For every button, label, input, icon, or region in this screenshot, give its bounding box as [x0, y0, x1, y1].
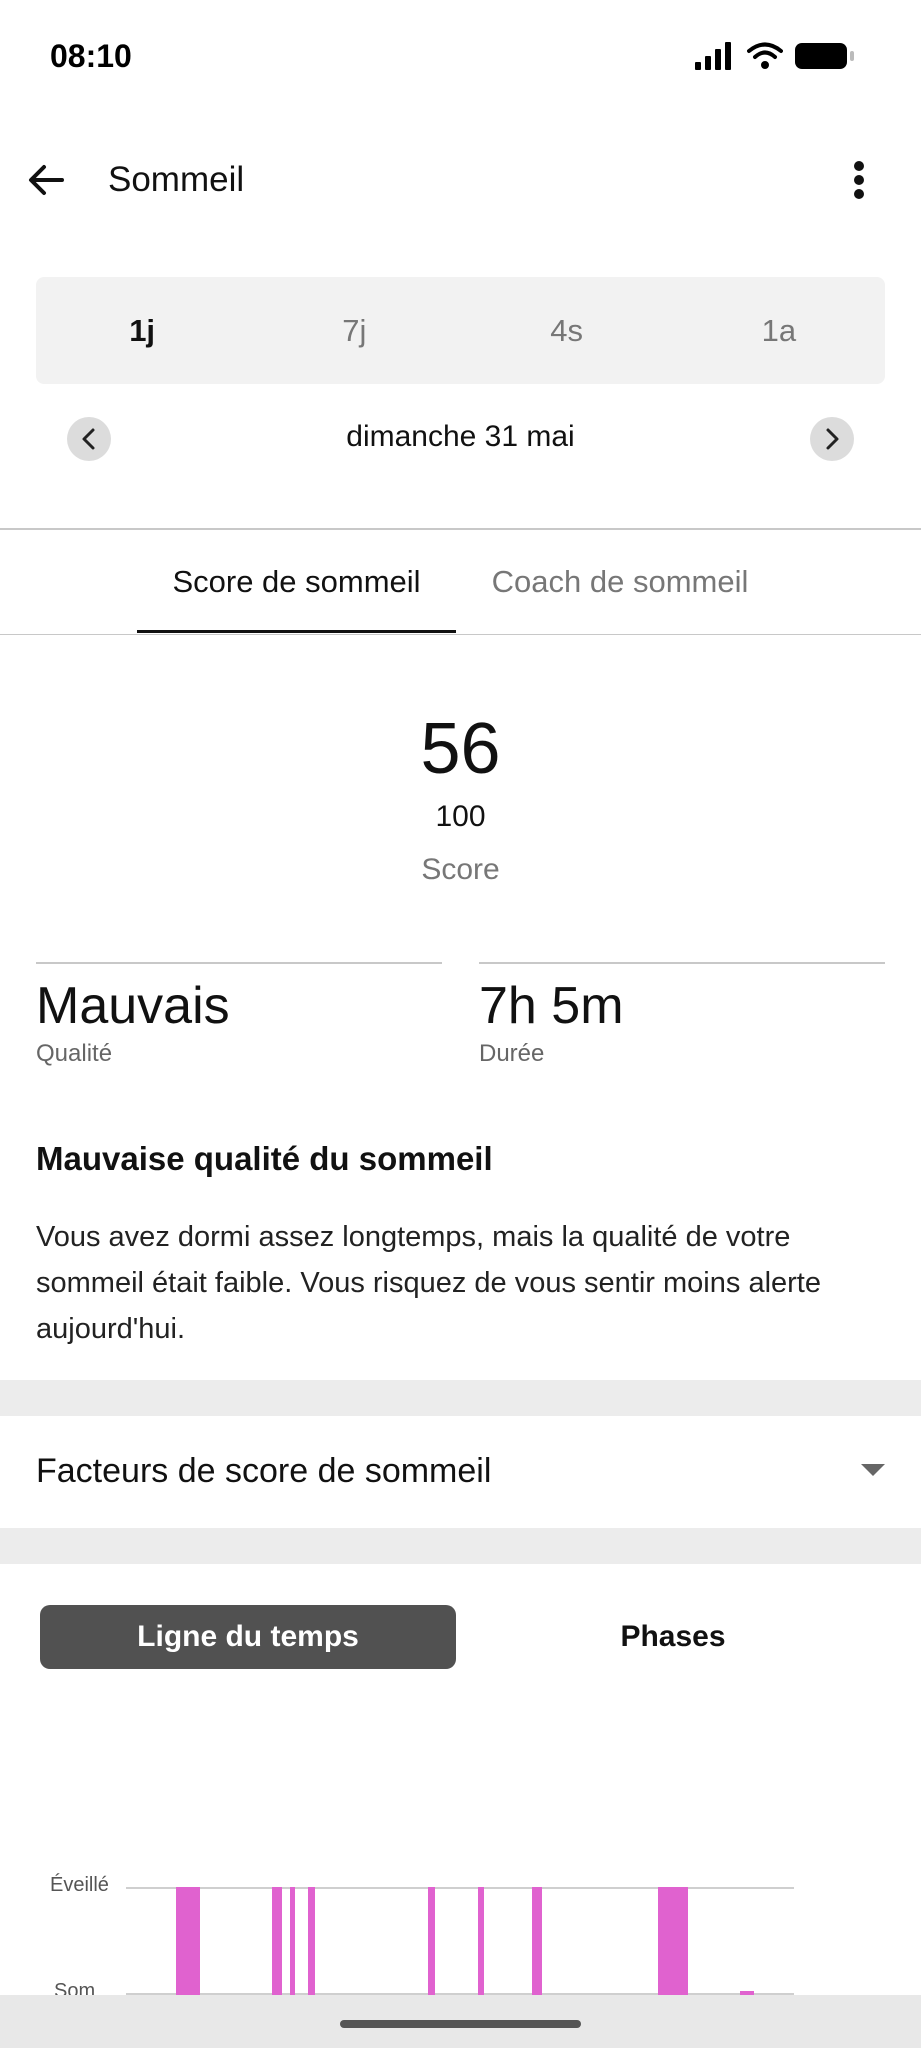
sleep-score-value: 56 [420, 709, 501, 789]
insight-body: Vous avez dormi assez longtemps, mais la… [36, 1221, 821, 1345]
back-button[interactable] [18, 152, 74, 208]
chevron-right-icon [826, 428, 839, 450]
more-vertical-icon [854, 161, 864, 199]
status-bar: 08:10 [0, 0, 921, 110]
sleep-score-max: 100 [435, 800, 486, 833]
timeline-view-button[interactable]: Ligne du temps [40, 1605, 456, 1669]
tab-score-de-sommeil[interactable]: Score de sommeil [137, 530, 456, 634]
active-tab-indicator [137, 630, 456, 633]
range-option-1a[interactable]: 1a [673, 277, 885, 384]
status-icons [695, 42, 857, 75]
sleep-timeline-chart: Éveillé Som [0, 1860, 921, 2010]
more-options-button[interactable] [831, 152, 887, 208]
duration-metric: 7h 5m Durée [479, 962, 885, 1068]
awake-segment [532, 1887, 542, 1995]
section-separator [0, 1380, 921, 1416]
awake-segment [176, 1887, 200, 1995]
phases-view-button[interactable]: Phases [466, 1605, 880, 1669]
tab-coach-de-sommeil[interactable]: Coach de sommeil [470, 530, 770, 634]
arrow-left-icon [29, 165, 64, 195]
app-bar: Sommeil [0, 130, 921, 226]
range-option-7j[interactable]: 7j [248, 277, 460, 384]
caret-down-icon [861, 1464, 885, 1476]
sleep-score-factors-dropdown[interactable]: Facteurs de score de sommeil [0, 1416, 921, 1528]
quality-value: Mauvais [36, 977, 230, 1035]
awake-segment [308, 1887, 315, 1995]
awake-segment [290, 1887, 295, 1995]
insight-title: Mauvaise qualité du sommeil [36, 1140, 493, 1177]
wifi-icon [747, 42, 783, 75]
date-label: dimanche 31 mai [346, 420, 575, 453]
range-option-4s[interactable]: 4s [461, 277, 673, 384]
battery-icon [795, 42, 857, 75]
home-indicator[interactable] [340, 2020, 581, 2028]
status-time: 08:10 [50, 38, 132, 74]
range-option-1j[interactable]: 1j [36, 277, 248, 384]
awake-segment [478, 1887, 484, 1995]
duration-label: Durée [479, 1040, 545, 1067]
page-title: Sommeil [108, 160, 245, 199]
next-day-button[interactable] [810, 417, 854, 461]
tab-bar: Score de sommeil Coach de sommeil [0, 530, 921, 634]
quality-metric: Mauvais Qualité [36, 962, 442, 1068]
sleep-score-label: Score [421, 853, 500, 886]
axis-label-awake: Éveillé [50, 1874, 109, 1896]
awake-segment [658, 1887, 688, 1995]
signal-icon [695, 42, 735, 75]
duration-value: 7h 5m [479, 977, 624, 1035]
factors-label: Facteurs de score de sommeil [36, 1452, 492, 1490]
range-selector: 1j 7j 4s 1a [36, 277, 885, 384]
grid-line-awake [126, 1887, 794, 1889]
awake-segment [272, 1887, 282, 1995]
quality-label: Qualité [36, 1040, 113, 1067]
chart-view-toggle: Ligne du temps Phases [40, 1605, 880, 1669]
section-separator [0, 1528, 921, 1564]
divider [0, 634, 921, 635]
awake-segment [428, 1887, 435, 1995]
